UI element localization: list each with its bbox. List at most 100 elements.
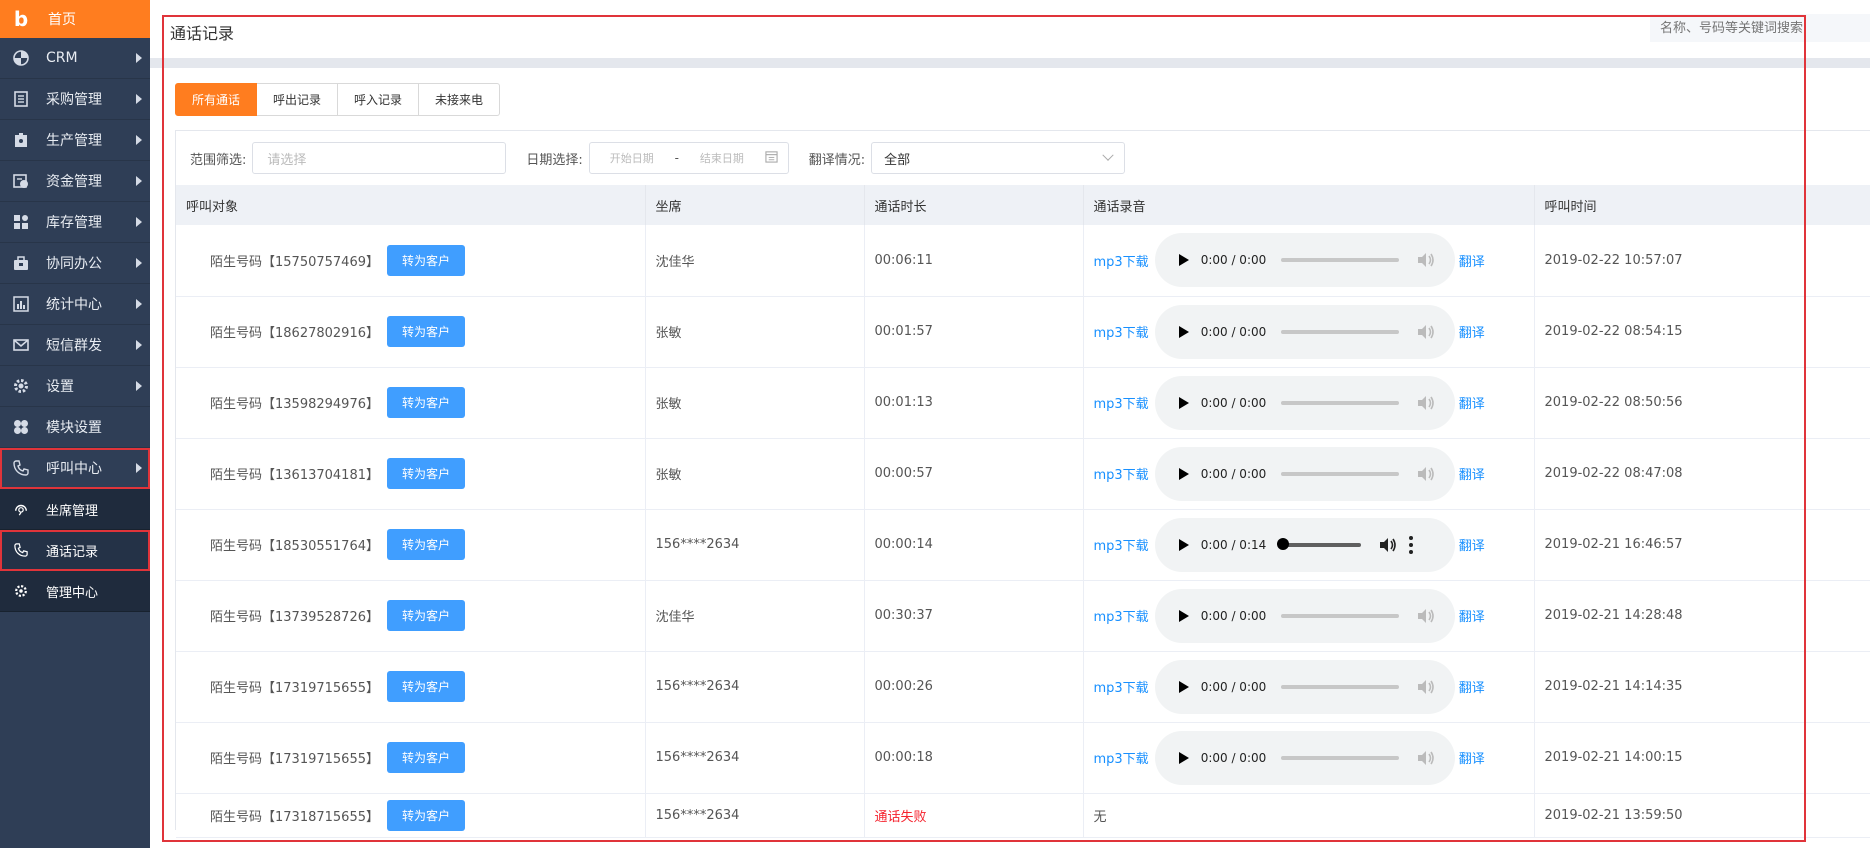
search-input[interactable] (1650, 14, 1870, 42)
mp3-download-link[interactable]: mp3下载 (1094, 322, 1149, 341)
tab-incoming[interactable]: 呼入记录 (338, 83, 420, 116)
tab-missed[interactable]: 未接来电 (419, 83, 501, 116)
call-target: 陌生号码【15750757469】 (210, 254, 379, 270)
audio-progress-track[interactable] (1280, 471, 1399, 476)
audio-progress-track[interactable] (1280, 755, 1399, 760)
mp3-download-link[interactable]: mp3下载 (1094, 606, 1149, 625)
play-icon[interactable] (1178, 467, 1189, 480)
audio-progress-track[interactable] (1280, 258, 1399, 263)
audio-player[interactable]: 0:00 / 0:00 (1154, 446, 1455, 501)
convert-to-customer-button[interactable]: 转为客户 (386, 671, 465, 702)
convert-to-customer-button[interactable]: 转为客户 (386, 458, 465, 489)
audio-player[interactable]: 0:00 / 0:00 (1154, 375, 1455, 430)
sidebar-item-crm[interactable]: CRM (0, 38, 150, 79)
convert-to-customer-button[interactable]: 转为客户 (386, 600, 465, 631)
audio-progress-track[interactable] (1280, 329, 1399, 334)
volume-icon[interactable] (1417, 252, 1435, 268)
audio-player[interactable]: 0:00 / 0:00 (1154, 659, 1455, 714)
play-icon[interactable] (1178, 396, 1189, 409)
play-icon[interactable] (1178, 609, 1189, 622)
volume-icon[interactable] (1417, 466, 1435, 482)
agent-cell: 张敏 (645, 438, 865, 510)
tab-outgoing[interactable]: 呼出记录 (257, 83, 339, 116)
play-icon[interactable] (1178, 680, 1189, 693)
mp3-download-link[interactable]: mp3下载 (1094, 535, 1149, 554)
play-icon[interactable] (1178, 254, 1189, 267)
volume-icon[interactable] (1417, 608, 1435, 624)
audio-player[interactable]: 0:00 / 0:00 (1154, 233, 1455, 288)
audio-progress-track[interactable] (1280, 400, 1399, 405)
play-icon[interactable] (1178, 751, 1189, 764)
chevron-right-icon (136, 463, 142, 473)
translate-link[interactable]: 翻译 (1459, 393, 1485, 412)
mp3-download-link[interactable]: mp3下载 (1094, 748, 1149, 767)
translate-link[interactable]: 翻译 (1459, 606, 1485, 625)
table-row: 陌生号码【18627802916】 转为客户 张敏 00:01:57 mp3下载 … (176, 296, 1870, 368)
call-target-cell: 陌生号码【17319715655】 转为客户 (186, 742, 645, 773)
volume-icon[interactable] (1417, 679, 1435, 695)
audio-player[interactable]: 0:00 / 0:14 (1154, 517, 1455, 572)
convert-to-customer-button[interactable]: 转为客户 (386, 742, 465, 773)
column-header: 呼叫时间 (1534, 185, 1870, 225)
translate-link[interactable]: 翻译 (1459, 748, 1485, 767)
mp3-download-link[interactable]: mp3下载 (1094, 464, 1149, 483)
more-options-icon[interactable] (1408, 535, 1413, 554)
sidebar-item-settings[interactable]: 设置 (0, 366, 150, 407)
translate-link[interactable]: 翻译 (1459, 464, 1485, 483)
sidebar-item-statistics[interactable]: 统计中心 (0, 284, 150, 325)
tab-all-calls[interactable]: 所有通话 (175, 83, 258, 116)
audio-progress-track[interactable] (1280, 684, 1399, 689)
sidebar-item-collaboration[interactable]: 协同办公 (0, 243, 150, 284)
audio-player[interactable]: 0:00 / 0:00 (1154, 588, 1455, 643)
sidebar-item-home[interactable]: b 首页 (0, 0, 150, 38)
sidebar-item-modules[interactable]: 模块设置 (0, 407, 150, 448)
mp3-download-link[interactable]: mp3下载 (1094, 251, 1149, 270)
audio-progress-track[interactable] (1276, 537, 1361, 550)
play-icon[interactable] (1178, 538, 1189, 551)
agent-cell: 156****2634 (645, 651, 865, 723)
headset-icon (12, 500, 30, 518)
call-time-cell: 2019-02-21 16:46:57 (1534, 509, 1870, 581)
duration-cell: 00:00:14 (864, 509, 1084, 581)
mp3-download-link[interactable]: mp3下载 (1094, 677, 1149, 696)
recording-cell: mp3下载 0:00 / 0:00 翻译 (1094, 375, 1534, 430)
convert-to-customer-button[interactable]: 转为客户 (386, 316, 465, 347)
sidebar-subitem-agents[interactable]: 坐席管理 (0, 489, 150, 530)
translate-link[interactable]: 翻译 (1459, 322, 1485, 341)
sidebar-item-inventory[interactable]: 库存管理 (0, 202, 150, 243)
sidebar-item-finance[interactable]: 资金管理 (0, 161, 150, 202)
date-range-picker[interactable]: 开始日期 - 结束日期 (588, 142, 789, 174)
volume-icon[interactable] (1417, 750, 1435, 766)
convert-to-customer-button[interactable]: 转为客户 (386, 799, 465, 831)
sidebar-subitem-call-log[interactable]: 通话记录 (0, 530, 150, 571)
duration-cell: 00:06:11 (864, 225, 1084, 297)
volume-icon[interactable] (1379, 537, 1397, 553)
play-icon[interactable] (1178, 325, 1189, 338)
translate-link[interactable]: 翻译 (1459, 677, 1485, 696)
sidebar-item-call-center[interactable]: 呼叫中心 (0, 448, 150, 489)
translate-link[interactable]: 翻译 (1459, 251, 1485, 270)
convert-to-customer-button[interactable]: 转为客户 (386, 529, 465, 560)
sidebar-subitem-admin[interactable]: 管理中心 (0, 571, 150, 612)
page-title: 通话记录 (170, 24, 235, 43)
title-bar: 通话记录 (150, 0, 1870, 58)
convert-to-customer-button[interactable]: 转为客户 (386, 244, 465, 276)
mp3-download-link[interactable]: mp3下载 (1094, 393, 1149, 412)
chevron-right-icon (136, 53, 142, 63)
volume-icon[interactable] (1417, 395, 1435, 411)
volume-icon[interactable] (1417, 324, 1435, 340)
audio-player[interactable]: 0:00 / 0:00 (1154, 730, 1455, 785)
audio-progress-track[interactable] (1280, 613, 1399, 618)
translate-filter-select[interactable]: 全部 (871, 142, 1126, 174)
convert-to-customer-button[interactable]: 转为客户 (386, 387, 465, 418)
translate-link[interactable]: 翻译 (1459, 535, 1485, 554)
sidebar-item-sms[interactable]: 短信群发 (0, 325, 150, 366)
chart-icon (12, 295, 30, 313)
audio-player[interactable]: 0:00 / 0:00 (1154, 304, 1455, 359)
chevron-right-icon (136, 94, 142, 104)
sidebar-subitem-label: 管理中心 (46, 585, 99, 601)
sidebar-item-production[interactable]: 生产管理 (0, 120, 150, 161)
call-target-cell: 陌生号码【17319715655】 转为客户 (186, 671, 645, 702)
sidebar-item-purchase[interactable]: 采购管理 (0, 79, 150, 120)
range-filter-select[interactable]: 请选择 (252, 142, 507, 174)
